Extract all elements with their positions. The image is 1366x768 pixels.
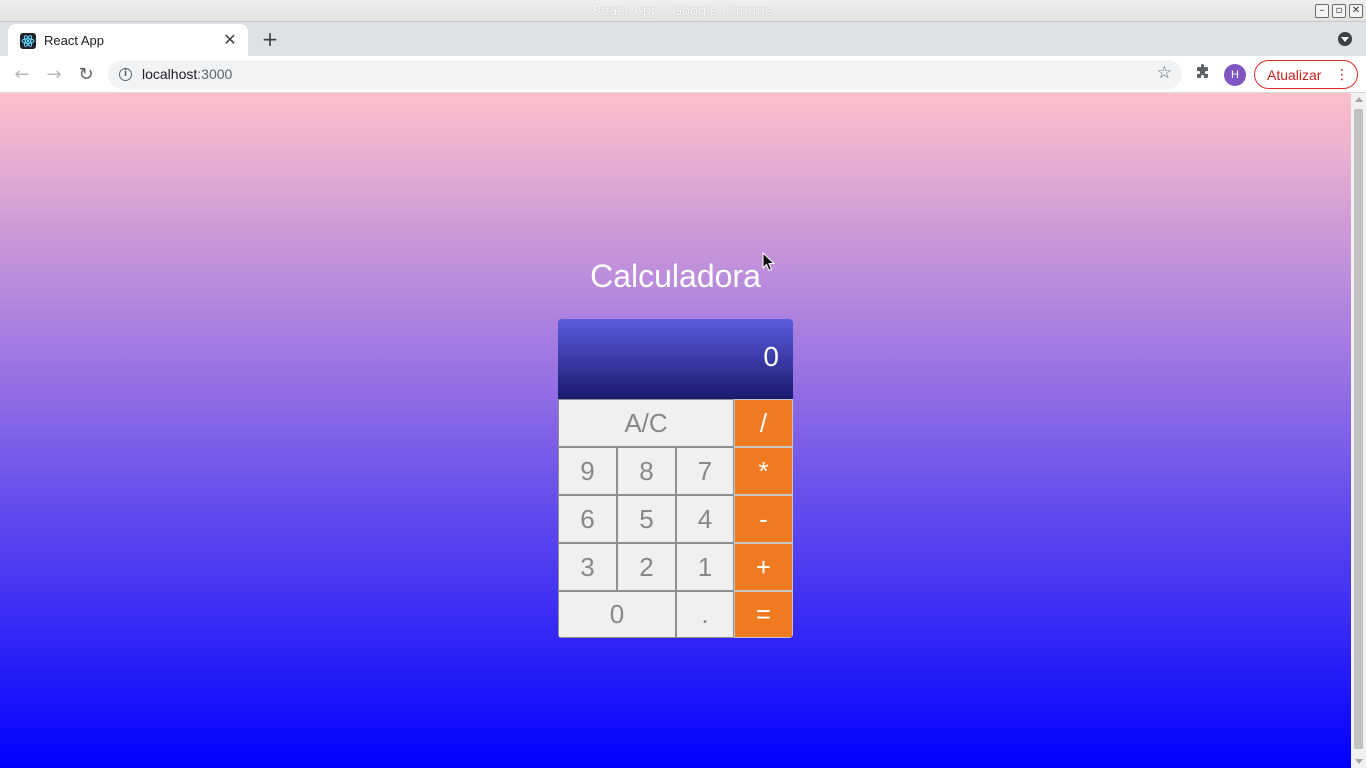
calculator-display: 0 [558,319,793,399]
url-port: :3000 [197,66,233,82]
maximize-icon[interactable]: ▫ [1332,4,1346,18]
address-bar[interactable]: i localhost:3000 ☆ [108,60,1182,89]
scroll-up-icon[interactable] [1355,97,1363,102]
equals-button[interactable]: = [734,591,793,638]
scrollbar-thumb[interactable] [1354,109,1363,749]
page-viewport: Calculadora 0 A/C / 9 8 7 * 6 5 4 - 3 2 … [0,93,1351,768]
plus-button[interactable]: + [734,543,793,591]
scroll-down-icon[interactable] [1355,759,1363,764]
browser-toolbar: ← → ↻ i localhost:3000 ☆ H Atualizar ⋮ [0,56,1366,93]
digit-6-button[interactable]: 6 [558,495,617,543]
calculator: 0 A/C / 9 8 7 * 6 5 4 - 3 2 1 + 0 . = [558,319,793,638]
reload-button[interactable]: ↻ [73,62,99,88]
extensions-puzzle-icon[interactable] [1192,64,1214,86]
window-controls: – ▫ ✕ [1315,4,1363,18]
profile-avatar[interactable]: H [1224,64,1246,86]
back-button[interactable]: ← [9,62,35,88]
window-title: React App - Google Chrome [592,4,774,19]
multiply-button[interactable]: * [734,447,793,495]
decimal-point-button[interactable]: . [676,591,734,638]
tab-react-app[interactable]: React App ✕ [8,24,248,56]
react-favicon-icon [20,33,36,49]
divide-button[interactable]: / [734,399,793,447]
minimize-icon[interactable]: – [1315,4,1329,18]
os-title-bar: React App - Google Chrome – ▫ ✕ [0,0,1366,22]
digit-5-button[interactable]: 5 [617,495,676,543]
update-button-label: Atualizar [1267,67,1322,83]
digit-1-button[interactable]: 1 [676,543,734,591]
digit-8-button[interactable]: 8 [617,447,676,495]
tab-close-icon[interactable]: ✕ [220,30,240,50]
close-window-icon[interactable]: ✕ [1349,4,1363,18]
display-value: 0 [763,341,779,372]
site-info-icon[interactable]: i [119,68,132,81]
digit-3-button[interactable]: 3 [558,543,617,591]
url-text[interactable]: localhost:3000 [142,66,232,82]
digit-9-button[interactable]: 9 [558,447,617,495]
minus-button[interactable]: - [734,495,793,543]
forward-button[interactable]: → [41,62,67,88]
digit-7-button[interactable]: 7 [676,447,734,495]
url-host: localhost [142,66,198,82]
page-scrollbar[interactable] [1351,93,1366,768]
digit-0-button[interactable]: 0 [558,591,676,638]
bookmark-star-icon[interactable]: ☆ [1157,63,1172,83]
update-button[interactable]: Atualizar ⋮ [1254,60,1358,89]
clear-button[interactable]: A/C [558,399,734,447]
tab-search-icon[interactable] [1338,32,1352,46]
menu-dots-icon: ⋮ [1335,67,1349,83]
digit-4-button[interactable]: 4 [676,495,734,543]
tab-strip: React App ✕ + [0,22,1366,56]
digit-2-button[interactable]: 2 [617,543,676,591]
page-title: Calculadora [590,258,761,294]
new-tab-button[interactable]: + [258,28,282,52]
tab-title: React App [44,33,104,48]
